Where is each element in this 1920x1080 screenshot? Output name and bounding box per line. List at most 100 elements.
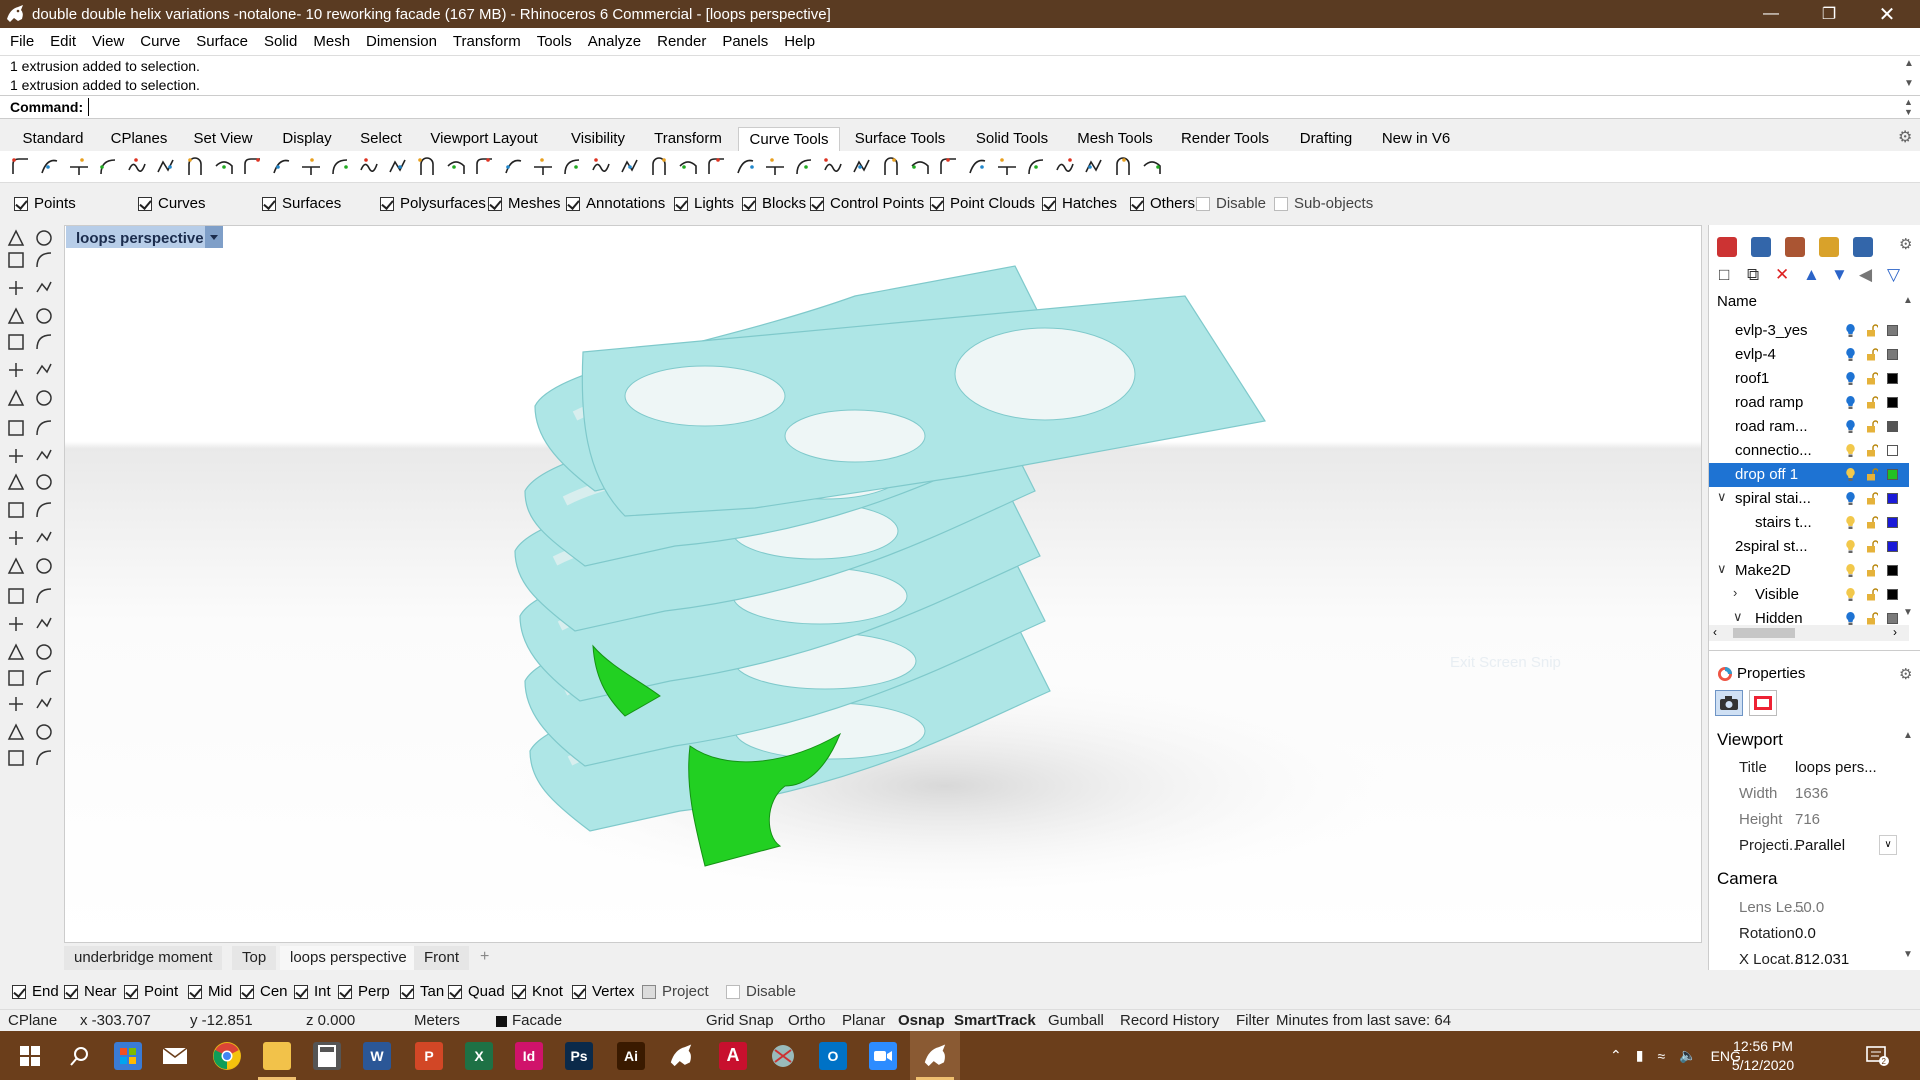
taskbar-start[interactable] <box>5 1031 55 1080</box>
move-up-icon[interactable]: ▲ <box>1803 265 1820 285</box>
checkbox[interactable] <box>488 196 502 211</box>
scroll-up-icon[interactable]: ▲ <box>1904 58 1914 69</box>
curve-tool-icon[interactable] <box>126 156 148 178</box>
menu-analyze[interactable]: Analyze <box>580 33 649 50</box>
tab-set-view[interactable]: Set View <box>182 127 264 151</box>
checkbox[interactable] <box>566 196 580 211</box>
command-input[interactable] <box>88 98 1898 116</box>
vtab-underbridge-moment[interactable]: underbridge moment <box>64 946 223 970</box>
back-icon[interactable]: ◀ <box>1859 265 1872 285</box>
left-tool-icon[interactable] <box>34 360 54 380</box>
curve-tool-icon[interactable] <box>590 156 612 178</box>
taskbar-photoshop[interactable]: Ps <box>554 1031 604 1080</box>
filter-sub-objects[interactable]: Sub-objects <box>1274 195 1373 212</box>
left-tool-icon[interactable] <box>34 418 54 438</box>
horizontal-scrollbar[interactable]: ‹ › <box>1709 625 1909 641</box>
tab-viewport-layout[interactable]: Viewport Layout <box>416 127 552 151</box>
filter-lights[interactable]: Lights <box>674 195 734 212</box>
tab-surface-tools[interactable]: Surface Tools <box>846 127 954 151</box>
checkbox[interactable] <box>448 984 462 999</box>
curve-tool-icon[interactable] <box>764 156 786 178</box>
tab-select[interactable]: Select <box>350 127 412 151</box>
lightbulb-icon[interactable] <box>1845 443 1856 458</box>
curve-tool-icon[interactable] <box>10 156 32 178</box>
curve-tool-icon[interactable] <box>213 156 235 178</box>
vtab-front[interactable]: Front <box>414 946 470 970</box>
checkbox[interactable] <box>1130 196 1144 211</box>
tab-display[interactable]: Display <box>268 127 346 151</box>
curve-tool-icon[interactable] <box>735 156 757 178</box>
property-value[interactable]: 0.0 <box>1795 925 1816 942</box>
viewport-title[interactable]: loops perspective <box>66 226 214 248</box>
layer-row[interactable]: evlp-4 <box>1709 343 1909 367</box>
lock-icon[interactable] <box>1866 492 1878 505</box>
lightbulb-icon[interactable] <box>1845 515 1856 530</box>
curve-tool-icon[interactable] <box>184 156 206 178</box>
taskbar-zoom[interactable] <box>858 1031 908 1080</box>
wifi-icon[interactable]: ≈ <box>1657 1048 1665 1064</box>
left-tool-icon[interactable] <box>34 228 54 248</box>
left-tool-icon[interactable] <box>6 360 26 380</box>
menu-curve[interactable]: Curve <box>132 33 188 50</box>
smarttrack-toggle[interactable]: SmartTrack <box>954 1012 1036 1029</box>
checkbox[interactable] <box>1274 196 1288 211</box>
vtab-loops-perspective[interactable]: loops perspective <box>280 946 417 970</box>
current-layer[interactable]: Facade <box>512 1012 562 1029</box>
curve-tool-icon[interactable] <box>1112 156 1134 178</box>
curve-tool-icon[interactable] <box>329 156 351 178</box>
curve-tool-icon[interactable] <box>445 156 467 178</box>
clock[interactable]: 12:56 PM 5/12/2020 <box>1718 1037 1808 1075</box>
tab-drafting[interactable]: Drafting <box>1288 127 1364 151</box>
menu-file[interactable]: File <box>2 33 42 50</box>
osnap-quad[interactable]: Quad <box>448 983 505 1000</box>
lock-icon[interactable] <box>1866 612 1878 625</box>
scroll-down-icon[interactable]: ▼ <box>1904 78 1914 89</box>
chevron-down-icon[interactable]: ∨ <box>1717 489 1727 505</box>
checkbox[interactable] <box>12 984 26 999</box>
taskbar-snipping[interactable] <box>758 1031 808 1080</box>
menu-edit[interactable]: Edit <box>42 33 84 50</box>
record-history-toggle[interactable]: Record History <box>1120 1012 1219 1029</box>
left-tool-icon[interactable] <box>6 250 26 270</box>
osnap-point[interactable]: Point <box>124 983 178 1000</box>
osnap-tan[interactable]: Tan <box>400 983 444 1000</box>
left-tool-icon[interactable] <box>34 306 54 326</box>
left-tool-icon[interactable] <box>6 642 26 662</box>
curve-tool-icon[interactable] <box>677 156 699 178</box>
left-tool-icon[interactable] <box>6 446 26 466</box>
tab-solid-tools[interactable]: Solid Tools <box>958 127 1066 151</box>
filter-point-clouds[interactable]: Point Clouds <box>930 195 1035 212</box>
checkbox[interactable] <box>262 196 276 211</box>
lightbulb-icon[interactable] <box>1845 611 1856 626</box>
layer-color-swatch[interactable] <box>1887 349 1898 360</box>
left-tool-icon[interactable] <box>6 668 26 688</box>
vtab-top[interactable]: Top <box>232 946 277 970</box>
filter-others[interactable]: Others <box>1130 195 1195 212</box>
taskbar-powerpoint[interactable]: P <box>404 1031 454 1080</box>
osnap-end[interactable]: End <box>12 983 59 1000</box>
layer-row[interactable]: evlp-3_yes <box>1709 319 1909 343</box>
layer-color-swatch[interactable] <box>1887 325 1898 336</box>
curve-tool-icon[interactable] <box>271 156 293 178</box>
checkbox[interactable] <box>294 984 308 999</box>
cplane-label[interactable]: CPlane <box>8 1012 57 1029</box>
curve-tool-icon[interactable] <box>706 156 728 178</box>
viewport-menu-button[interactable] <box>205 226 223 248</box>
tab-transform[interactable]: Transform <box>644 127 732 151</box>
checkbox[interactable] <box>64 984 78 999</box>
left-tool-icon[interactable] <box>6 306 26 326</box>
property-value[interactable]: 812.031 <box>1795 951 1849 968</box>
gear-icon[interactable]: ⚙ <box>1899 665 1912 683</box>
taskbar-rhino6[interactable] <box>910 1031 960 1080</box>
osnap-cen[interactable]: Cen <box>240 983 288 1000</box>
left-tool-icon[interactable] <box>34 388 54 408</box>
layer-row[interactable]: stairs t... <box>1709 511 1909 535</box>
taskbar-rhino5[interactable] <box>656 1031 706 1080</box>
menu-tools[interactable]: Tools <box>529 33 580 50</box>
gear-icon[interactable]: ⚙ <box>1899 235 1912 253</box>
layer-color-swatch[interactable] <box>1887 373 1898 384</box>
materials-icon[interactable] <box>1751 237 1771 257</box>
left-tool-icon[interactable] <box>6 748 26 768</box>
left-tool-icon[interactable] <box>34 446 54 466</box>
layer-row[interactable]: ∨ spiral stai... <box>1709 487 1909 511</box>
